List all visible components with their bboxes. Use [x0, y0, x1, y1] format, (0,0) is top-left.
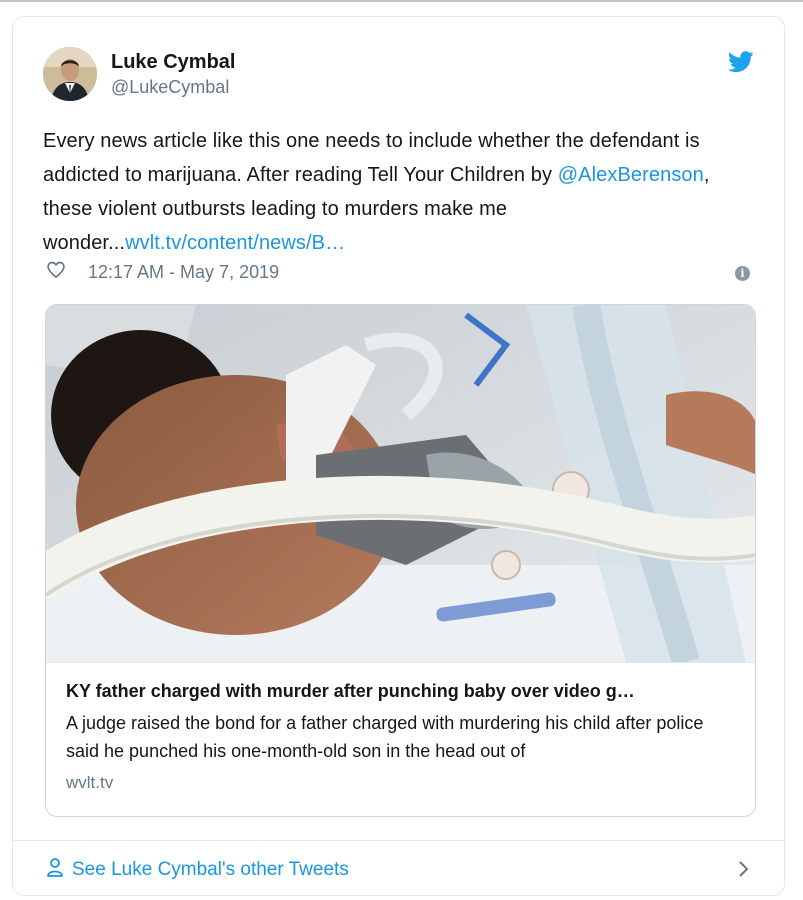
link-title[interactable]: KY father charged with murder after punc…	[66, 679, 737, 703]
link-preview-body[interactable]: KY father charged with murder after punc…	[46, 662, 755, 816]
author-handle[interactable]: @LukeCymbal	[111, 74, 235, 100]
link-preview-card[interactable]: KY father charged with murder after punc…	[45, 304, 756, 817]
link-description: A judge raised the bond for a father cha…	[66, 713, 704, 761]
link-domain: wvlt.tv	[66, 773, 114, 792]
person-icon	[46, 857, 64, 883]
mention-link[interactable]: @AlexBerenson	[558, 164, 704, 186]
other-tweets-link[interactable]: See Luke Cymbal's other Tweets	[46, 857, 349, 883]
other-tweets-label[interactable]: See Luke Cymbal's other Tweets	[72, 859, 349, 881]
tweet-timestamp[interactable]: 12:17 AM - May 7, 2019	[88, 262, 279, 283]
embedded-tweet: Luke Cymbal @LukeCymbal Every news artic…	[12, 16, 785, 896]
avatar[interactable]	[43, 47, 97, 101]
info-icon[interactable]: i	[735, 266, 750, 281]
author-name[interactable]: Luke Cymbal	[111, 50, 235, 74]
twitter-bird-icon[interactable]	[727, 51, 754, 73]
author-block[interactable]: Luke Cymbal @LukeCymbal	[111, 50, 235, 100]
heart-icon[interactable]	[46, 260, 66, 285]
tweet-footer: See Luke Cymbal's other Tweets	[13, 840, 784, 895]
tweet-text: Every news article like this one needs t…	[43, 124, 763, 260]
tweet-meta: 12:17 AM - May 7, 2019	[46, 260, 279, 284]
article-url-link[interactable]: wvlt.tv/content/news/B…	[125, 232, 345, 254]
link-preview-image[interactable]	[46, 305, 755, 662]
chevron-right-icon[interactable]	[737, 858, 751, 880]
top-divider	[0, 0, 803, 2]
